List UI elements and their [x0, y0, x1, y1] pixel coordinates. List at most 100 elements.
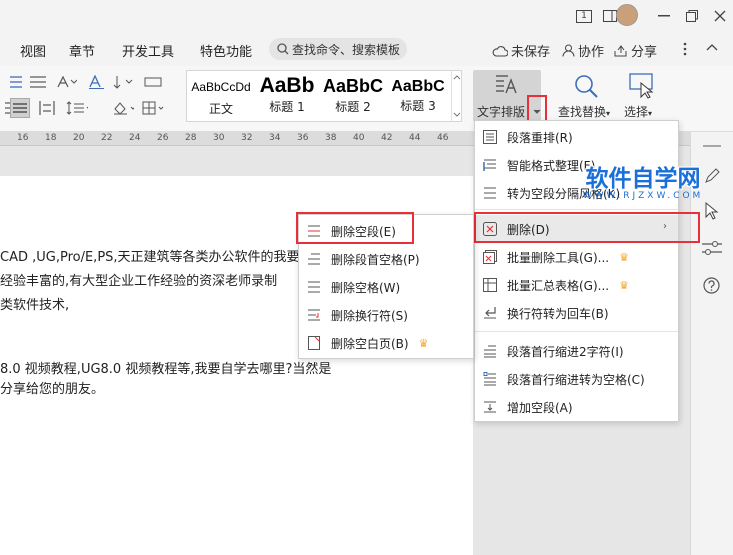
style-heading-2[interactable]: AaBbC 标题 2: [320, 71, 386, 121]
menu-item-label: 批量汇总表格(G)...: [507, 278, 610, 293]
crown-icon: ♛: [619, 278, 629, 292]
minimize-icon[interactable]: [654, 6, 674, 26]
chinese-layout-icon[interactable]: [56, 72, 78, 92]
menu-item-label: 段落首行缩进转为空格(C): [507, 372, 645, 387]
select-button[interactable]: 选择▾: [620, 70, 664, 122]
menu-chapter[interactable]: 章节: [69, 41, 95, 60]
menu-item-indent[interactable]: 段落首行缩进2字符(I): [475, 337, 678, 365]
style-sample: AaBbC: [391, 78, 445, 95]
menu-item-label: 删除空格(W): [331, 280, 401, 295]
style-name: 正文: [208, 102, 233, 116]
select-arrow: ▾: [648, 109, 653, 118]
distributed-align-icon[interactable]: [36, 98, 58, 118]
menu-item-label: 删除空白页(B): [331, 336, 409, 351]
style-name: 标题 3: [400, 99, 436, 113]
document-line: 8.0 视频教程,UG8.0 视频教程等,我要自学去哪里?当然是: [0, 362, 332, 377]
styles-gallery: AaBbCcDd 正文 AaBb 标题 1 AaBbC 标题 2 AaBbC 标…: [186, 70, 462, 122]
unsaved-button[interactable]: 未保存: [492, 41, 550, 60]
ruler-tick: 24: [129, 133, 141, 143]
help-icon[interactable]: [703, 277, 720, 294]
menu-item-batch-table[interactable]: 批量汇总表格(G)... ♛: [475, 271, 678, 299]
find-replace-arrow: ▾: [606, 109, 611, 118]
unsaved-label: 未保存: [511, 45, 551, 60]
justify-icon[interactable]: [10, 98, 30, 118]
borders-icon[interactable]: [142, 98, 164, 118]
menu-item-line-break[interactable]: 换行符转为回车(B): [475, 299, 678, 327]
menu-item-label: 换行符转为回车(B): [507, 306, 609, 321]
menu-item-batch-delete[interactable]: 批量删除工具(G)... ♛: [475, 243, 678, 271]
ruler-tick: 28: [185, 133, 197, 143]
delete-space-icon: [307, 280, 321, 294]
search-placeholder: 查找命令、搜索模板: [292, 42, 401, 57]
paragraph-spacing-icon[interactable]: [66, 98, 88, 118]
ruler-tick: 40: [353, 133, 365, 143]
menu-item-label: 批量删除工具(G)...: [507, 250, 610, 265]
find-replace-button[interactable]: 查找替换▾: [556, 70, 614, 122]
style-heading-1[interactable]: AaBb 标题 1: [255, 71, 319, 121]
menu-item-label: 段落重排(R): [507, 130, 573, 145]
paragraph-rearrange-icon: [483, 130, 497, 144]
menu-special-features[interactable]: 特色功能: [200, 41, 252, 60]
search-icon: [277, 43, 289, 55]
shading-icon[interactable]: [112, 98, 134, 118]
menu-item-indent-space[interactable]: 段落首行缩进转为空格(C): [475, 365, 678, 393]
bullet-list-icon[interactable]: [2, 72, 24, 92]
menu-item-delete-spaces[interactable]: 删除空格(W): [299, 273, 473, 301]
menu-item-delete-blank-pages[interactable]: 删除空白页(B) ♛: [299, 329, 473, 357]
close-icon[interactable]: [710, 6, 730, 26]
pane-collapse-icon[interactable]: [703, 144, 721, 148]
command-search[interactable]: 查找命令、搜索模板: [269, 38, 407, 60]
avatar[interactable]: [616, 4, 638, 26]
style-sample: AaBbCcDd: [191, 80, 251, 94]
menu-item-label: 增加空段(A): [507, 400, 573, 415]
share-button[interactable]: 分享: [614, 41, 657, 60]
menu-developer-tools[interactable]: 开发工具: [122, 41, 174, 60]
batch-table-icon: [483, 278, 497, 292]
line-break-icon: [483, 306, 497, 320]
menu-view[interactable]: 视图: [20, 41, 46, 60]
show-marks-icon[interactable]: [142, 72, 164, 92]
window-count-button[interactable]: 1: [574, 6, 594, 26]
find-replace-label: 查找替换▾: [558, 103, 610, 120]
ruler-tick: 20: [73, 133, 85, 143]
delete-item-highlight: [474, 212, 700, 243]
menu-item-add-paragraph[interactable]: 增加空段(A): [475, 393, 678, 421]
settings-sliders-icon[interactable]: [702, 240, 722, 256]
ruler-tick: 36: [297, 133, 309, 143]
menu-item-delete-leading-spaces[interactable]: 删除段首空格(P): [299, 245, 473, 273]
menu-item-label: 删除换行符(S): [331, 308, 408, 323]
select-text: 选择: [624, 105, 649, 119]
indent-icon: [483, 344, 497, 358]
styles-scroll[interactable]: [451, 71, 461, 121]
menu-item-paragraph-rearrange[interactable]: 段落重排(R): [475, 123, 678, 151]
watermark: 软件自学网 WWW.RJZXW.COM: [567, 159, 719, 201]
style-heading-3[interactable]: AaBbC 标题 3: [386, 71, 450, 121]
collaborate-label: 协作: [578, 45, 605, 60]
delete-line-break-icon: [307, 308, 321, 322]
ruler-tick: 18: [45, 133, 57, 143]
pointer-icon[interactable]: [705, 202, 719, 220]
ruler-tick: 16: [17, 133, 29, 143]
watermark-title: 软件自学网: [585, 166, 701, 192]
collaborate-button[interactable]: 协作: [562, 41, 604, 60]
more-icon[interactable]: [683, 42, 687, 56]
document-line: CAD ,UG,Pro/E,PS,天正建筑等各类办公软件的我要: [0, 250, 300, 265]
style-normal[interactable]: AaBbCcDd 正文: [188, 71, 254, 121]
collapse-ribbon-icon[interactable]: [706, 43, 718, 51]
menu-item-label: 删除段首空格(P): [331, 252, 420, 267]
user-icon: [562, 44, 575, 57]
text-direction-icon[interactable]: [86, 72, 108, 92]
ruler-tick: 44: [409, 133, 421, 143]
menu-item-delete-line-breaks[interactable]: 删除换行符(S): [299, 301, 473, 329]
restore-icon[interactable]: [682, 6, 702, 26]
ruler-tick: 30: [213, 133, 225, 143]
sort-icon[interactable]: [112, 72, 134, 92]
window-count: 1: [576, 9, 592, 23]
smart-format-icon: [483, 158, 497, 172]
ruler-tick: 46: [437, 133, 449, 143]
line-spacing-icon[interactable]: [28, 72, 50, 92]
ruler-tick: 38: [325, 133, 337, 143]
add-paragraph-icon: [483, 400, 497, 414]
style-sample: AaBb: [259, 74, 315, 97]
ruler-tick: 22: [101, 133, 113, 143]
